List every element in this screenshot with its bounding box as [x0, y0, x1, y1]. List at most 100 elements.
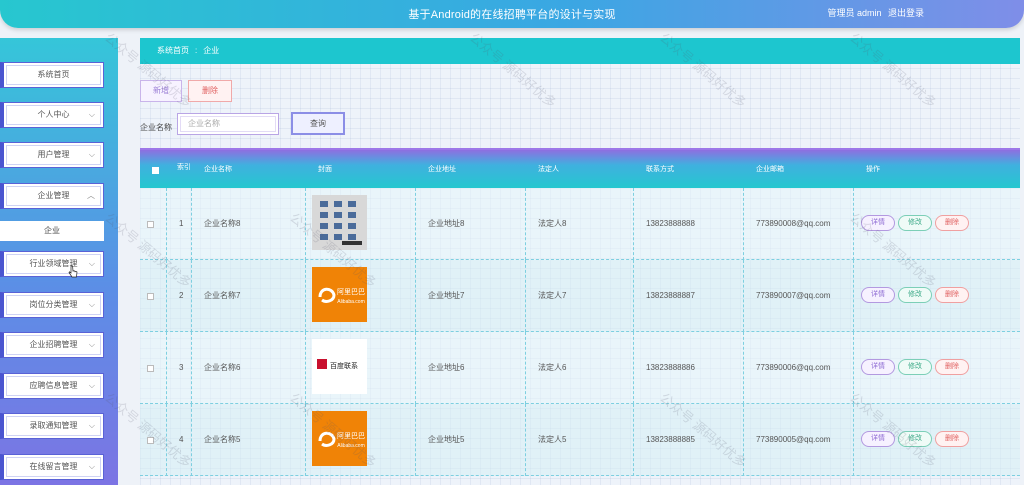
detail-button[interactable]: 详情	[861, 215, 895, 231]
edit-button[interactable]: 修改	[898, 359, 932, 375]
batch-delete-button[interactable]: 删除	[188, 80, 232, 102]
chevron-down-icon: ⌵	[88, 381, 95, 390]
breadcrumb-current: 企业	[203, 46, 220, 55]
logo-text-cn: 阿里巴巴	[337, 289, 365, 296]
cell-address: 企业地址7	[416, 260, 526, 332]
cell-cover: 阿里巴巴 Alibaba.com	[306, 260, 416, 332]
company-cover-image	[312, 195, 367, 250]
hand-cursor-icon	[68, 265, 78, 278]
sidebar-item-position-category[interactable]: 岗位分类管理 ⌵	[0, 292, 104, 318]
delete-button[interactable]: 删除	[935, 287, 969, 303]
edit-button[interactable]: 修改	[898, 431, 932, 447]
sidebar-item-label: 应聘信息管理	[29, 381, 78, 390]
cell-address: 企业地址5	[416, 404, 526, 476]
select-all-checkbox[interactable]	[152, 167, 159, 174]
logo-text-en: Alibaba.com	[337, 443, 365, 449]
sidebar-item-label: 在线留言管理	[29, 462, 78, 471]
sidebar-item-personal[interactable]: 个人中心 ⌵	[0, 102, 104, 128]
cell-actions: 详情 修改 删除	[854, 332, 1020, 404]
col-legal: 法定人	[538, 166, 559, 173]
main-content: 系统首页: 企业 新增 删除 企业名称 企业名称 查询 索引 企业名称 封面 企业…	[140, 38, 1020, 485]
row-checkbox[interactable]	[147, 293, 154, 300]
chevron-down-icon: ⌵	[88, 462, 95, 471]
sidebar-item-label: 用户管理	[37, 150, 70, 159]
chevron-down-icon: ⌵	[88, 259, 95, 268]
search-button[interactable]: 查询	[291, 112, 345, 135]
col-email: 企业邮箱	[756, 166, 784, 173]
sidebar-item-home[interactable]: 系统首页	[0, 62, 104, 88]
logo-text: 阿里巴巴 Alibaba.com	[334, 288, 368, 307]
cell-legal: 法定人6	[526, 332, 634, 404]
sidebar-item-industry[interactable]: 行业领域管理 ⌵	[0, 251, 104, 277]
row-checkbox[interactable]	[147, 437, 154, 444]
cell-phone: 13823888887	[634, 260, 744, 332]
table-header: 索引 企业名称 封面 企业地址 法定人 联系方式 企业邮箱 操作	[140, 148, 1020, 188]
edit-button[interactable]: 修改	[898, 215, 932, 231]
chevron-down-icon: ⌵	[88, 150, 95, 159]
top-header: 基于Android的在线招聘平台的设计与实现 管理员 admin 退出登录	[0, 0, 1024, 28]
cell-index: 2	[167, 260, 192, 332]
sidebar-item-admission[interactable]: 录取通知管理 ⌵	[0, 413, 104, 439]
breadcrumb-separator: :	[195, 46, 198, 55]
cell-phone: 13823888886	[634, 332, 744, 404]
delete-button[interactable]: 删除	[935, 431, 969, 447]
cell-legal: 法定人8	[526, 188, 634, 260]
sidebar-item-recruitment[interactable]: 企业招聘管理 ⌵	[0, 332, 104, 358]
sidebar-item-users[interactable]: 用户管理 ⌵	[0, 142, 104, 168]
cell-name: 企业名称8	[192, 188, 306, 260]
cell-email: 773890005@qq.com	[744, 404, 854, 476]
cell-index: 3	[167, 332, 192, 404]
cell-actions: 详情 修改 删除	[854, 260, 1020, 332]
chevron-down-icon: ⌵	[88, 421, 95, 430]
cell-checkbox	[140, 332, 167, 404]
search-label: 企业名称	[140, 123, 172, 132]
table-row: 4 企业名称5 阿里巴巴 Alibaba.com 企业地址5 法定人5 1382388888…	[140, 404, 1020, 476]
detail-button[interactable]: 详情	[861, 359, 895, 375]
edit-button[interactable]: 修改	[898, 287, 932, 303]
row-checkbox[interactable]	[147, 365, 154, 372]
add-button[interactable]: 新增	[140, 80, 182, 102]
breadcrumb: 系统首页: 企业	[140, 38, 1020, 64]
sidebar-item-label: 个人中心	[37, 110, 70, 119]
logout-link[interactable]: 退出登录	[888, 8, 924, 18]
table-row: 3 企业名称6 百度联系 企业地址6 法定人6 13823888886 773890006@…	[140, 332, 1020, 404]
breadcrumb-home[interactable]: 系统首页	[157, 46, 189, 55]
admin-label: 管理员 admin	[827, 8, 882, 18]
delete-button[interactable]: 删除	[935, 215, 969, 231]
cell-actions: 详情 修改 删除	[854, 404, 1020, 476]
user-area: 管理员 admin 退出登录	[823, 6, 924, 19]
cell-address: 企业地址8	[416, 188, 526, 260]
cell-name: 企业名称6	[192, 332, 306, 404]
col-phone: 联系方式	[646, 166, 674, 173]
cell-name: 企业名称7	[192, 260, 306, 332]
cell-name: 企业名称5	[192, 404, 306, 476]
sidebar-item-company[interactable]: 企业管理 ︿	[0, 183, 104, 209]
sidebar-item-applications[interactable]: 应聘信息管理 ⌵	[0, 373, 104, 399]
cell-email: 773890007@qq.com	[744, 260, 854, 332]
table-row: 1 企业名称8 企业地址8 法定人8 13823888888 773890008@qq.c…	[140, 188, 1020, 260]
delete-button[interactable]: 删除	[935, 359, 969, 375]
cell-checkbox	[140, 188, 167, 260]
cell-index: 1	[167, 188, 192, 260]
chevron-down-icon: ⌵	[88, 110, 95, 119]
chevron-down-icon: ⌵	[88, 300, 95, 309]
cell-cover	[306, 188, 416, 260]
submenu-label: 企业	[44, 226, 60, 235]
logo-text-cn: 阿里巴巴	[337, 433, 365, 440]
col-address: 企业地址	[428, 166, 456, 173]
cell-phone: 13823888885	[634, 404, 744, 476]
cell-legal: 法定人7	[526, 260, 634, 332]
search-input[interactable]: 企业名称	[177, 113, 279, 135]
detail-button[interactable]: 详情	[861, 431, 895, 447]
sidebar-item-messages[interactable]: 在线留言管理 ⌵	[0, 454, 104, 480]
col-name: 企业名称	[204, 166, 232, 173]
col-cover: 封面	[318, 166, 332, 173]
row-checkbox[interactable]	[147, 221, 154, 228]
detail-button[interactable]: 详情	[861, 287, 895, 303]
table-row: 2 企业名称7 阿里巴巴 Alibaba.com 企业地址7 法定人7 1382388888…	[140, 260, 1020, 332]
cell-cover: 百度联系	[306, 332, 416, 404]
cell-address: 企业地址6	[416, 332, 526, 404]
col-actions: 操作	[866, 166, 880, 173]
submenu-item-company[interactable]: 企业	[0, 221, 104, 241]
logo-text: 阿里巴巴 Alibaba.com	[334, 432, 368, 451]
